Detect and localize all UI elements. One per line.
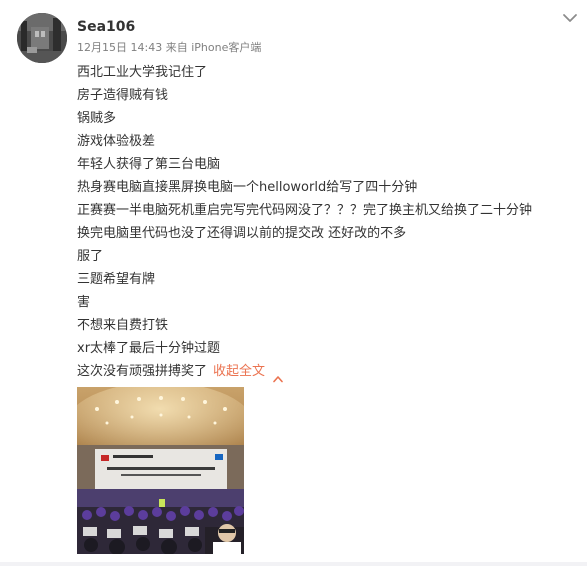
photo-image <box>77 387 244 554</box>
post-line: 不想来自费打铁 <box>77 318 169 333</box>
avatar-image <box>17 13 67 63</box>
post-line: 热身赛电脑直接黑屏换电脑一个helloworld给写了四十分钟 <box>77 180 418 195</box>
timestamp[interactable]: 12月15日 14:43 <box>77 41 162 54</box>
post-line: 换完电脑里代码也没了还得调以前的提交改 还好改的不多 <box>77 226 407 241</box>
chevron-up-icon[interactable] <box>273 368 283 382</box>
post-line: 西北工业大学我记住了 <box>77 65 208 80</box>
card-bottom-divider <box>0 562 587 566</box>
post-line-text: 这次没有顽强拼搏奖了 <box>77 364 208 379</box>
post-line: 年轻人获得了第三台电脑 <box>77 157 221 172</box>
post-photo[interactable] <box>77 387 244 554</box>
source-prefix: 来自 <box>165 41 188 54</box>
avatar[interactable] <box>17 13 67 63</box>
post-line: 锅贼多 <box>77 111 117 126</box>
collapse-link[interactable]: 收起全文 <box>213 364 265 379</box>
post-line: xr太棒了最后十分钟过题 <box>77 341 221 356</box>
post-last-line: 这次没有顽强拼搏奖了 收起全文 <box>77 360 577 383</box>
username[interactable]: Sea106 <box>77 17 135 37</box>
source-client[interactable]: iPhone客户端 <box>191 41 261 54</box>
post-content: 西北工业大学我记住了 房子造得贼有钱 锅贼多 游戏体验极差 年轻人获得了第三台电… <box>77 61 577 383</box>
post-line: 房子造得贼有钱 <box>77 88 169 103</box>
chevron-down-icon[interactable] <box>560 10 580 26</box>
post-meta: 12月15日 14:43 来自 iPhone客户端 <box>77 40 261 56</box>
post-line: 三题希望有牌 <box>77 272 156 287</box>
post-line: 服了 <box>77 249 104 264</box>
post-line: 游戏体验极差 <box>77 134 156 149</box>
post-line: 害 <box>77 295 91 310</box>
post-line: 正赛赛一半电脑死机重启完写完代码网没了？？？完了换主机又给换了二十分钟 <box>77 203 533 218</box>
weibo-post-card: Sea106 12月15日 14:43 来自 iPhone客户端 西北工业大学我… <box>0 0 587 566</box>
